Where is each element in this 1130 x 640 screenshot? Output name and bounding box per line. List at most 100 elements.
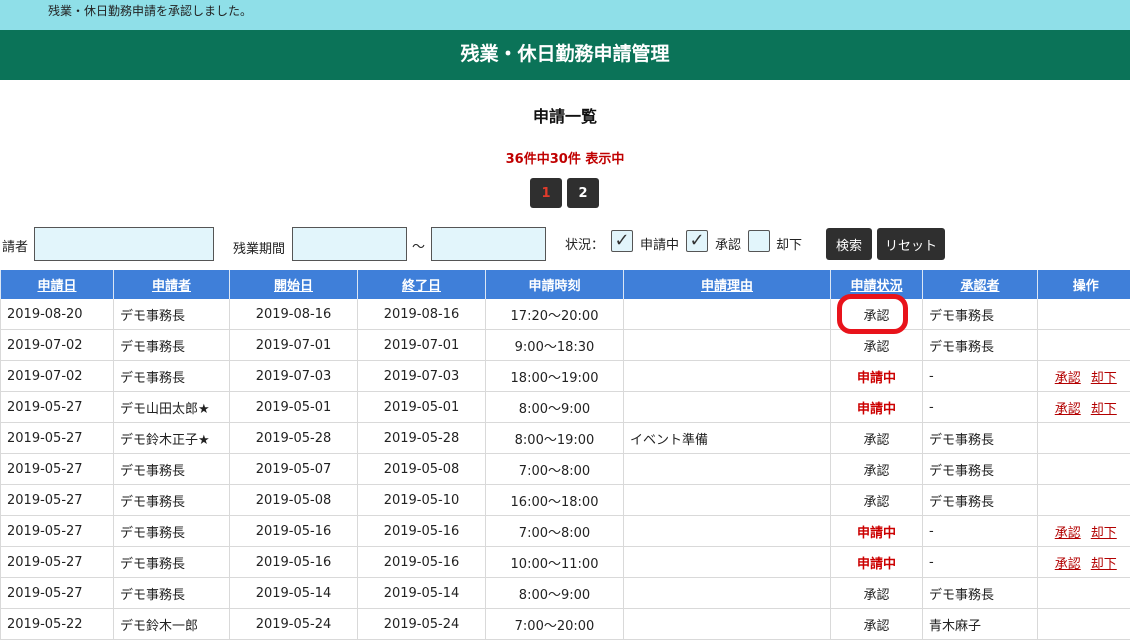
page-title: 残業・休日勤務申請管理 — [460, 43, 669, 65]
reject-link[interactable]: 却下 — [1091, 557, 1117, 572]
col-header-approver[interactable]: 承認者 — [923, 270, 1038, 299]
cell-end-date: 2019-05-28 — [358, 423, 486, 454]
approve-link[interactable]: 承認 — [1055, 526, 1081, 541]
cell-date: 2019-07-02 — [1, 330, 114, 361]
cell-reason — [624, 454, 831, 485]
reject-link[interactable]: 却下 — [1091, 526, 1117, 541]
table-row: 2019-05-27デモ事務長2019-05-162019-05-167:00～… — [1, 516, 1130, 547]
approve-link[interactable]: 承認 — [1055, 557, 1081, 572]
list-title: 申請一覧 — [0, 103, 1130, 127]
cell-actions — [1038, 299, 1130, 330]
cell-time: 7:00～8:00 — [486, 516, 624, 547]
search-button[interactable]: 検索 — [826, 228, 872, 260]
cell-actions — [1038, 578, 1130, 609]
reject-link[interactable]: 却下 — [1091, 402, 1117, 417]
cell-status: 申請中 — [831, 516, 923, 547]
cell-time: 17:20～20:00 — [486, 299, 624, 330]
cell-start-date: 2019-05-24 — [230, 609, 358, 640]
cell-approver: デモ事務長 — [923, 330, 1038, 361]
notice-message: 残業・休日勤務申請を承認しました。 — [48, 4, 252, 18]
application-table: 申請日 申請者 開始日 終了日 申請時刻 申請理由 申請状況 承認者 操作 20… — [0, 270, 1130, 640]
page-button-1[interactable]: 1 — [530, 178, 562, 208]
cell-applicant: デモ事務長 — [114, 547, 230, 578]
status-rejected-checkbox[interactable] — [748, 230, 770, 252]
pagination: 1 2 — [530, 178, 599, 208]
table-row: 2019-05-27デモ事務長2019-05-082019-05-1016:00… — [1, 485, 1130, 516]
table-row: 2019-08-20デモ事務長2019-08-162019-08-1617:20… — [1, 299, 1130, 330]
table-row: 2019-05-27デモ事務長2019-05-142019-05-148:00～… — [1, 578, 1130, 609]
cell-actions: 承認却下 — [1038, 547, 1130, 578]
page-header: 残業・休日勤務申請管理 — [0, 30, 1130, 80]
cell-approver: - — [923, 547, 1038, 578]
notice-bar: 残業・休日勤務申請を承認しました。 — [0, 0, 1130, 30]
cell-status: 申請中 — [831, 392, 923, 423]
cell-status: 承認 — [831, 609, 923, 640]
cell-time: 8:00～9:00 — [486, 392, 624, 423]
cell-applicant: デモ事務長 — [114, 330, 230, 361]
cell-start-date: 2019-05-14 — [230, 578, 358, 609]
status-pending-label: 申請中 — [640, 234, 679, 253]
col-header-reason[interactable]: 申請理由 — [624, 270, 831, 299]
cell-approver: デモ事務長 — [923, 485, 1038, 516]
cell-time: 8:00～9:00 — [486, 578, 624, 609]
table-body: 2019-08-20デモ事務長2019-08-162019-08-1617:20… — [1, 299, 1130, 640]
cell-status: 承認 — [831, 330, 923, 361]
status-label: 状況： — [565, 234, 604, 253]
cell-applicant: デモ鈴木一郎 — [114, 609, 230, 640]
approve-link[interactable]: 承認 — [1055, 402, 1081, 417]
cell-reason — [624, 547, 831, 578]
table-row: 2019-05-27デモ鈴木正子★2019-05-282019-05-288:0… — [1, 423, 1130, 454]
reset-button[interactable]: リセット — [877, 228, 945, 260]
cell-status: 承認 — [831, 454, 923, 485]
approve-link[interactable]: 承認 — [1055, 371, 1081, 386]
cell-applicant: デモ事務長 — [114, 454, 230, 485]
cell-reason — [624, 485, 831, 516]
cell-applicant: デモ事務長 — [114, 578, 230, 609]
cell-applicant: デモ山田太郎★ — [114, 392, 230, 423]
cell-time: 16:00～18:00 — [486, 485, 624, 516]
cell-time: 9:00～18:30 — [486, 330, 624, 361]
period-from-input[interactable] — [292, 227, 407, 261]
col-header-end[interactable]: 終了日 — [358, 270, 486, 299]
cell-reason — [624, 609, 831, 640]
result-count: 36件中30件 表示中 — [0, 148, 1130, 167]
table-header-row: 申請日 申請者 開始日 終了日 申請時刻 申請理由 申請状況 承認者 操作 — [1, 270, 1130, 299]
col-header-actions: 操作 — [1038, 270, 1130, 299]
cell-end-date: 2019-05-14 — [358, 578, 486, 609]
status-pending-checkbox[interactable]: ✓ — [611, 230, 633, 252]
cell-approver: - — [923, 516, 1038, 547]
cell-reason — [624, 392, 831, 423]
cell-applicant: デモ鈴木正子★ — [114, 423, 230, 454]
cell-approver: デモ事務長 — [923, 299, 1038, 330]
reject-link[interactable]: 却下 — [1091, 371, 1117, 386]
page-button-2[interactable]: 2 — [567, 178, 599, 208]
cell-start-date: 2019-07-01 — [230, 330, 358, 361]
cell-approver: 青木麻子 — [923, 609, 1038, 640]
table-row: 2019-05-22デモ鈴木一郎2019-05-242019-05-247:00… — [1, 609, 1130, 640]
cell-start-date: 2019-05-28 — [230, 423, 358, 454]
applicant-input[interactable] — [34, 227, 214, 261]
cell-end-date: 2019-07-01 — [358, 330, 486, 361]
cell-start-date: 2019-05-07 — [230, 454, 358, 485]
col-header-start[interactable]: 開始日 — [230, 270, 358, 299]
cell-approver: デモ事務長 — [923, 578, 1038, 609]
cell-approver: - — [923, 392, 1038, 423]
cell-actions — [1038, 423, 1130, 454]
table-row: 2019-07-02デモ事務長2019-07-032019-07-0318:00… — [1, 361, 1130, 392]
cell-start-date: 2019-08-16 — [230, 299, 358, 330]
col-header-applicant[interactable]: 申請者 — [114, 270, 230, 299]
cell-start-date: 2019-05-16 — [230, 516, 358, 547]
cell-date: 2019-05-27 — [1, 485, 114, 516]
cell-approver: デモ事務長 — [923, 423, 1038, 454]
applicant-label: 請者 — [2, 236, 28, 255]
cell-time: 7:00～8:00 — [486, 454, 624, 485]
cell-status: 申請中 — [831, 547, 923, 578]
status-approved-checkbox[interactable]: ✓ — [686, 230, 708, 252]
cell-end-date: 2019-05-16 — [358, 516, 486, 547]
cell-end-date: 2019-05-08 — [358, 454, 486, 485]
period-to-input[interactable] — [431, 227, 546, 261]
col-header-date[interactable]: 申請日 — [1, 270, 114, 299]
table-row: 2019-05-27デモ事務長2019-05-162019-05-1610:00… — [1, 547, 1130, 578]
cell-start-date: 2019-05-01 — [230, 392, 358, 423]
cell-status: 申請中 — [831, 361, 923, 392]
